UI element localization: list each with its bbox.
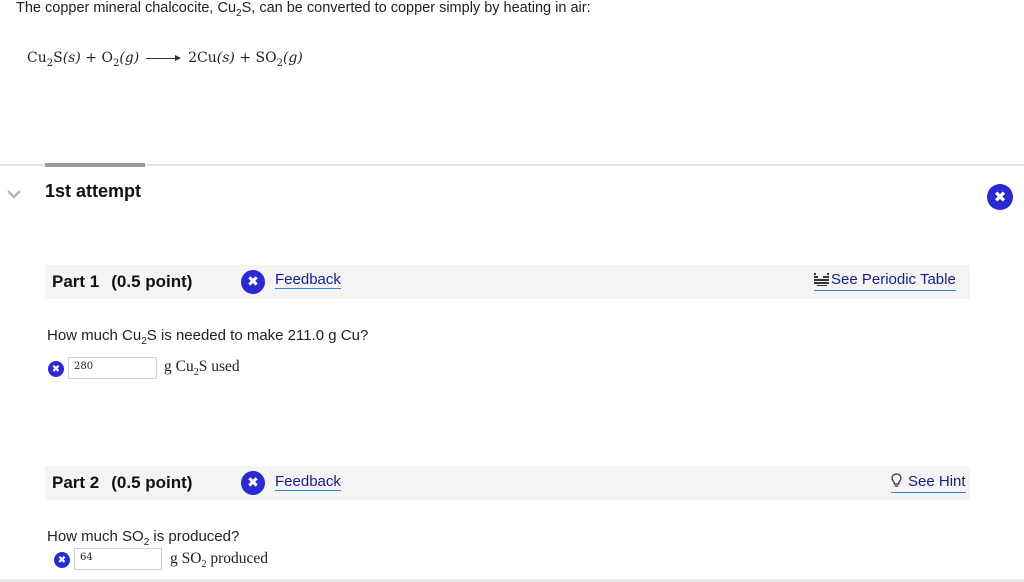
attempt-tab-indicator — [45, 163, 145, 167]
eq-reactant-2: O — [101, 50, 113, 66]
question-text: How much Cu — [47, 327, 142, 344]
incorrect-answer-icon: ✖ — [48, 361, 64, 377]
eq-phase: (g) — [119, 50, 140, 66]
eq-reactant-1: Cu — [27, 50, 47, 66]
periodic-table-icon — [814, 273, 829, 290]
part-2-unit: g SO2 produced — [170, 550, 268, 570]
part-title-text: Part 2 — [52, 473, 100, 492]
intro-text: The copper mineral chalcocite, Cu — [16, 0, 237, 16]
unit-text: g SO — [170, 550, 202, 567]
problem-intro: The copper mineral chalcocite, Cu2S, can… — [16, 0, 591, 19]
eq-product-2: SO — [255, 50, 277, 66]
eq-reactant-1-rest: S — [53, 50, 63, 66]
eq-phase: (s) — [216, 50, 235, 66]
part-1-answer-input[interactable]: 280 — [68, 357, 157, 379]
intro-text-end: S, can be converted to copper simply by … — [241, 0, 591, 16]
unit-text-end: S used — [198, 358, 240, 375]
part-points: (0.5 point) — [111, 473, 193, 492]
eq-product-1: 2Cu — [188, 50, 217, 66]
unit-text-end: produced — [206, 550, 268, 567]
lightbulb-icon — [891, 473, 902, 492]
question-text-end: S is needed to make 211.0 g Cu? — [146, 327, 369, 344]
feedback-link[interactable]: Feedback — [275, 271, 341, 289]
part-1-question: How much Cu2S is needed to make 211.0 g … — [47, 327, 368, 347]
eq-phase: (g) — [282, 50, 303, 66]
part-2-question: How much SO2 is produced? — [47, 528, 239, 548]
see-hint-link[interactable]: See Hint — [891, 473, 966, 493]
part-1-title: Part 1 (0.5 point) — [52, 272, 192, 292]
see-periodic-table-label: See Periodic Table — [831, 271, 956, 288]
close-icon: ✖ — [241, 471, 265, 495]
eq-plus: + — [239, 50, 252, 66]
incorrect-answer-icon: ✖ — [54, 552, 70, 568]
section-divider — [0, 164, 1024, 166]
eq-phase: (s) — [62, 50, 81, 66]
incorrect-status-icon: ✖ — [987, 184, 1013, 210]
see-hint-label: See Hint — [908, 473, 966, 490]
part-title-text: Part 1 — [52, 272, 100, 291]
eq-plus: + — [85, 50, 97, 66]
part-2-answer-input[interactable]: 64 — [74, 548, 162, 570]
chevron-down-icon[interactable] — [6, 187, 22, 199]
chemical-equation: Cu2S(s) + O2(g) 2Cu(s) + SO2(g) — [27, 50, 303, 69]
reaction-arrow-icon — [145, 54, 181, 61]
part-1-unit: g Cu2S used — [164, 358, 240, 378]
question-text-end: is produced? — [149, 528, 240, 545]
part-points: (0.5 point) — [111, 272, 193, 291]
close-icon: ✖ — [241, 270, 265, 294]
feedback-link[interactable]: Feedback — [275, 473, 341, 491]
attempt-title: 1st attempt — [45, 181, 142, 201]
part-2-title: Part 2 (0.5 point) — [52, 473, 192, 493]
see-periodic-table-link[interactable]: See Periodic Table — [814, 271, 956, 291]
part-2-header: Part 2 (0.5 point) ✖ Feedback See Hint — [45, 466, 970, 500]
unit-text: g Cu — [164, 358, 194, 375]
question-text: How much SO — [47, 528, 144, 545]
part-1-header: Part 1 (0.5 point) ✖ Feedback See Periodi… — [45, 265, 970, 299]
